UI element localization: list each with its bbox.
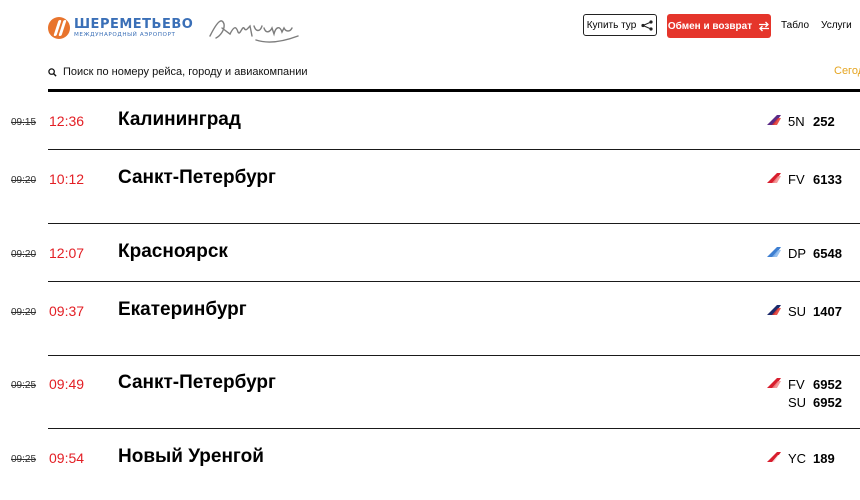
airline-code: FV	[788, 376, 805, 392]
scheduled-time: 09:20	[11, 249, 37, 260]
row-divider	[48, 428, 860, 429]
sheremetyevo-logo[interactable]: ШЕРЕМЕТЬЕВО МЕЖДУНАРОДНЫЙ АЭРОПОРТ	[48, 14, 193, 42]
airline-code: SU	[788, 394, 807, 410]
flight-search[interactable]: Поиск по номеру рейса, городу и авиакомп…	[48, 64, 860, 80]
flight-codes: DP 6548	[788, 244, 842, 262]
flight-number: YC 189	[788, 449, 835, 467]
airline-code: YC	[788, 450, 807, 466]
flight-codes: 5N 252	[788, 112, 835, 130]
actual-time: 09:54	[49, 450, 85, 466]
destination-city[interactable]: Санкт-Петербург	[118, 167, 276, 189]
airline-code: 5N	[788, 113, 805, 129]
flight-num: 252	[813, 113, 835, 129]
destination-city[interactable]: Екатеринбург	[118, 299, 247, 321]
flight-num: 6952	[813, 376, 842, 392]
flight-num: 1407	[813, 303, 842, 319]
divider	[48, 89, 860, 92]
airline-fv-tail-icon	[767, 378, 781, 388]
pushkin-signature-icon	[209, 20, 299, 43]
flight-number: DP 6548	[788, 244, 842, 262]
flight-number: FV 6133	[788, 170, 842, 188]
share-icon	[641, 19, 653, 31]
scheduled-time: 09:20	[11, 307, 37, 318]
destination-city[interactable]: Калининград	[118, 109, 241, 131]
airline-code: DP	[788, 245, 807, 261]
scheduled-time: 09:15	[11, 117, 37, 128]
search-input[interactable]: Поиск по номеру рейса, городу и авиакомп…	[63, 66, 308, 78]
main-nav: Табло Услуги Сх	[781, 20, 860, 31]
actual-time: 12:36	[49, 113, 85, 129]
destination-city[interactable]: Санкт-Петербург	[118, 372, 276, 394]
flight-codes: FV 6952 SU 6952	[788, 375, 842, 411]
destination-city[interactable]: Новый Уренгой	[118, 446, 264, 468]
nav-item-services[interactable]: Услуги	[821, 20, 852, 31]
flight-number: FV 6952	[788, 375, 842, 393]
flight-num: 6548	[813, 245, 842, 261]
logo-subtitle: МЕЖДУНАРОДНЫЙ АЭРОПОРТ	[74, 31, 176, 38]
row-divider	[48, 149, 860, 150]
airline-yc-tail-icon	[767, 452, 781, 462]
airline-code: FV	[788, 171, 805, 187]
flight-codes: YC 189	[788, 449, 835, 467]
row-divider	[48, 223, 860, 224]
row-divider	[48, 281, 860, 282]
actual-time: 10:12	[49, 171, 85, 187]
actual-time: 12:07	[49, 245, 85, 261]
exchange-return-label: Обмен и возврат	[667, 20, 753, 32]
scheduled-time: 09:25	[11, 454, 37, 465]
airline-su-tail-icon	[767, 305, 781, 315]
buy-tour-button[interactable]: Купить тур	[583, 14, 657, 36]
row-divider	[48, 355, 860, 356]
search-icon	[48, 67, 57, 77]
tab-today[interactable]: Сегод	[834, 65, 860, 77]
actual-time: 09:37	[49, 303, 85, 319]
flight-codes: SU 1407	[788, 302, 842, 320]
flight-number: 5N 252	[788, 112, 835, 130]
airline-code: SU	[788, 303, 807, 319]
swap-arrows-icon	[759, 21, 770, 31]
airline-5n-tail-icon	[767, 115, 781, 125]
flight-number: SU 6952	[788, 393, 842, 411]
flight-codes: FV 6133	[788, 170, 842, 188]
flight-number: SU 1407	[788, 302, 842, 320]
airline-dp-tail-icon	[767, 247, 781, 257]
logo-name: ШЕРЕМЕТЬЕВО	[74, 16, 194, 32]
flight-num: 189	[813, 450, 835, 466]
site-header: ШЕРЕМЕТЬЕВО МЕЖДУНАРОДНЫЙ АЭРОПОРТ Купит…	[0, 0, 860, 56]
actual-time: 09:49	[49, 376, 85, 392]
buy-tour-label: Купить тур	[586, 19, 637, 31]
flight-num: 6952	[813, 394, 842, 410]
sheremetyevo-logo-icon	[48, 17, 70, 39]
scheduled-time: 09:25	[11, 380, 37, 391]
flight-num: 6133	[813, 171, 842, 187]
nav-item-tablo[interactable]: Табло	[781, 20, 809, 31]
exchange-return-button[interactable]: Обмен и возврат	[667, 14, 771, 38]
scheduled-time: 09:20	[11, 175, 37, 186]
airline-fv-tail-icon	[767, 173, 781, 183]
destination-city[interactable]: Красноярск	[118, 241, 228, 263]
